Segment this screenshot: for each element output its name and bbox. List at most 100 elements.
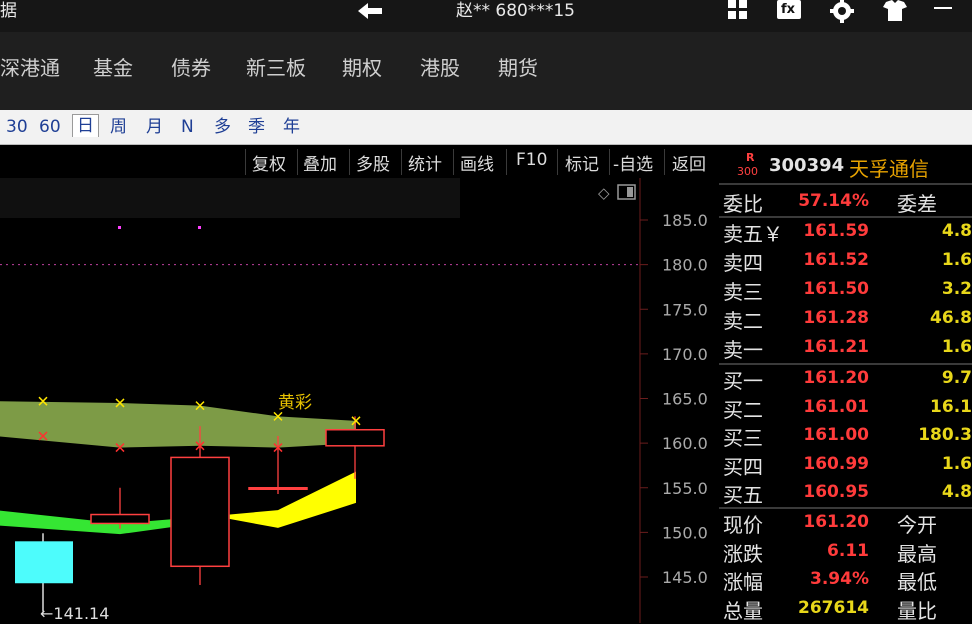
period-month[interactable]: 月	[146, 116, 163, 138]
period-year[interactable]: 年	[283, 116, 300, 138]
quote-stat-row: 现价 161.20 今开	[719, 509, 972, 537]
order-price: 161.52	[803, 250, 869, 270]
candle-body	[90, 513, 150, 525]
y-tick-label: 150.0	[662, 523, 708, 542]
stock-badge: R 300	[737, 151, 759, 182]
minimize-icon[interactable]	[932, 0, 954, 22]
stock-code: 300394	[769, 155, 845, 176]
tool-statistics[interactable]: 统计	[408, 150, 442, 175]
nav-futures[interactable]: 期货	[498, 52, 538, 81]
y-tick-label: 160.0	[662, 434, 708, 453]
kline-chart[interactable]: ◇ 185.0 180.0 175.0 170.0 165.0 160.0 155.0 150…	[0, 178, 716, 623]
y-tick-label: 145.0	[662, 568, 708, 587]
buy-row[interactable]: 买三 161.00 180.3	[719, 422, 972, 450]
order-volume: 1.6	[941, 250, 972, 270]
stat-value: 267614	[798, 597, 869, 618]
buy-label: 买四	[723, 454, 763, 479]
tool-overlay[interactable]: 叠加	[303, 150, 337, 175]
quote-stat-row: 总量 267614 量比	[719, 595, 972, 623]
period-quarter[interactable]: 季	[248, 116, 265, 138]
tool-mark[interactable]: 标记	[565, 150, 599, 175]
tool-multi-stock[interactable]: 多股	[356, 150, 390, 175]
market-nav: 深港通 基金 债券 新三板 期权 港股 期货	[0, 32, 972, 110]
sell-label: 卖五￥	[723, 222, 783, 246]
y-tick-label: 170.0	[662, 345, 708, 364]
y-tick-label: 165.0	[662, 390, 708, 409]
order-price: 160.95	[803, 482, 869, 503]
info-overlay-box	[0, 178, 460, 218]
low-price-label: ←141.14	[40, 604, 109, 623]
tool-back[interactable]: 返回	[672, 150, 706, 175]
order-book: R 300 300394 天孚通信 委比 57.14% 委差 卖五￥ 161.59…	[719, 148, 972, 623]
account-label: 赵** 680***15	[456, 1, 575, 21]
order-price: 161.59	[803, 221, 869, 241]
tool-adjust[interactable]: 复权	[252, 150, 286, 175]
commission-row: 委比 57.14% 委差	[719, 188, 972, 216]
period-30min[interactable]: 30	[6, 116, 28, 138]
order-price: 160.99	[803, 453, 869, 474]
sell-label: 卖四	[723, 251, 763, 275]
quote-stat-row: 涨幅 3.94% 最低	[719, 566, 972, 594]
title-bar: 据 赵** 680***15 fx	[0, 0, 972, 32]
sell-row[interactable]: 卖四 161.52 1.6	[719, 247, 972, 275]
period-n[interactable]: N	[181, 116, 194, 138]
nav-options[interactable]: 期权	[342, 52, 382, 81]
sell-row[interactable]: 卖三 161.50 3.2	[719, 276, 972, 304]
stat-label: 现价	[723, 513, 763, 537]
gear-icon[interactable]	[828, 0, 856, 23]
sell-row[interactable]: 卖二 161.28 46.8	[719, 305, 972, 333]
buy-row[interactable]: 买五 160.95 4.8	[719, 479, 972, 507]
stat-label-2: 最高	[897, 541, 937, 566]
sell-label: 卖一	[723, 338, 763, 362]
y-tick-label: 155.0	[662, 479, 708, 498]
stat-value: 161.20	[803, 512, 869, 532]
nav-funds[interactable]: 基金	[93, 52, 133, 81]
y-tick-label: 185.0	[662, 211, 708, 230]
order-volume: 4.8	[941, 221, 972, 241]
nav-hk-stocks[interactable]: 港股	[420, 52, 460, 81]
y-tick-label: 175.0	[662, 300, 708, 319]
fx-label: fx	[781, 2, 796, 17]
order-volume: 180.3	[918, 425, 972, 446]
buy-label: 买二	[723, 397, 763, 422]
buy-row[interactable]: 买四 160.99 1.6	[719, 451, 972, 479]
back-arrow-icon[interactable]	[356, 0, 384, 22]
stat-label-2: 今开	[897, 513, 937, 537]
order-volume: 16.1	[930, 396, 972, 417]
candle-body	[248, 487, 308, 490]
y-tick-label: 180.0	[662, 256, 708, 275]
order-volume: 1.6	[941, 337, 972, 357]
buy-row[interactable]: 买一 161.20 9.7	[719, 365, 972, 393]
buy-row[interactable]: 买二 161.01 16.1	[719, 394, 972, 422]
order-price: 161.21	[803, 337, 869, 357]
diamond-icon[interactable]: ◇	[598, 184, 610, 202]
candle-body	[15, 541, 73, 584]
nav-shenzhen-hk[interactable]: 深港通	[0, 52, 60, 81]
order-volume: 46.8	[930, 308, 972, 328]
sell-row[interactable]: 卖五￥ 161.59 4.8	[719, 218, 972, 246]
sell-label: 卖二	[723, 309, 763, 333]
period-60min[interactable]: 60	[39, 116, 61, 138]
order-price: 161.00	[803, 425, 869, 446]
chart-annotation: 黄彩	[278, 393, 312, 413]
stat-value: 3.94%	[810, 569, 869, 589]
order-volume: 1.6	[941, 453, 972, 474]
shirt-icon[interactable]	[882, 0, 908, 22]
tool-watchlist[interactable]: -自选	[613, 150, 653, 175]
period-bar: 30 60 日 周 月 N 多 季 年	[0, 110, 972, 145]
stock-badge-bottom: 300	[737, 165, 758, 178]
period-multi[interactable]: 多	[214, 116, 231, 138]
buy-label: 买一	[723, 369, 763, 393]
grid-menu-icon[interactable]	[726, 0, 750, 22]
period-week[interactable]: 周	[110, 116, 127, 138]
sell-row[interactable]: 卖一 161.21 1.6	[719, 334, 972, 362]
stat-label: 涨跌	[723, 541, 763, 566]
stat-label-2: 最低	[897, 570, 937, 594]
nav-neeq[interactable]: 新三板	[246, 52, 306, 81]
period-day[interactable]: 日	[72, 114, 99, 137]
tool-f10[interactable]: F10	[516, 150, 547, 170]
nav-bonds[interactable]: 债券	[171, 52, 211, 81]
fx-icon[interactable]: fx	[776, 0, 802, 22]
tool-draw-line[interactable]: 画线	[460, 150, 494, 175]
order-volume: 4.8	[941, 482, 972, 503]
